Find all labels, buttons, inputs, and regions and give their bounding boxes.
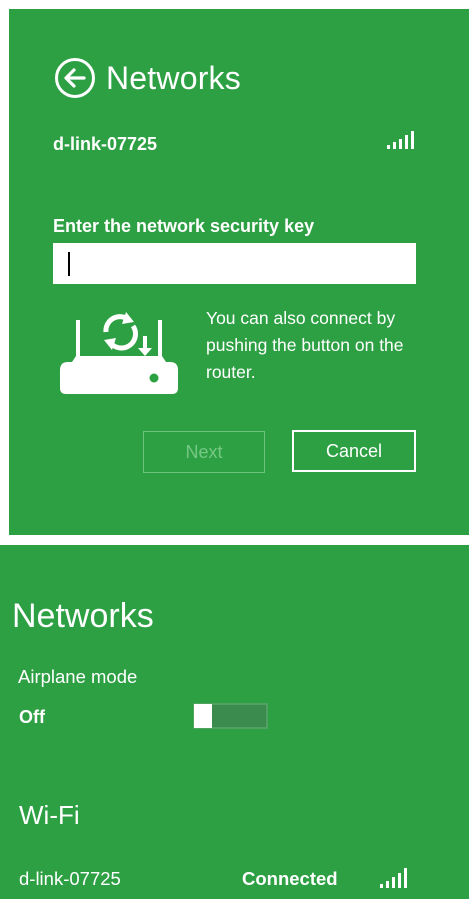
next-button[interactable]: Next (143, 431, 265, 473)
back-arrow-icon[interactable] (53, 56, 97, 100)
wifi-heading: Wi-Fi (19, 800, 80, 830)
security-key-input[interactable] (53, 243, 416, 284)
cancel-button[interactable]: Cancel (292, 430, 416, 472)
wifi-signal-bars-icon (387, 131, 414, 149)
connection-status: Connected (242, 868, 338, 889)
wps-instructions: You can also connect by pushing the butt… (206, 308, 404, 382)
airplane-mode-label: Airplane mode (18, 666, 138, 687)
page-title: Networks (106, 60, 241, 96)
wps-router-icon (60, 312, 178, 394)
networks-title: Networks (12, 597, 154, 635)
airplane-mode-toggle[interactable] (193, 703, 268, 729)
network-name: d-link-07725 (53, 134, 158, 154)
airplane-mode-state: Off (19, 707, 45, 727)
text-caret (68, 252, 70, 276)
wifi-signal-bars-icon (380, 868, 407, 888)
network-list-item-name[interactable]: d-link-07725 (19, 866, 121, 892)
security-key-label: Enter the network security key (53, 216, 315, 236)
